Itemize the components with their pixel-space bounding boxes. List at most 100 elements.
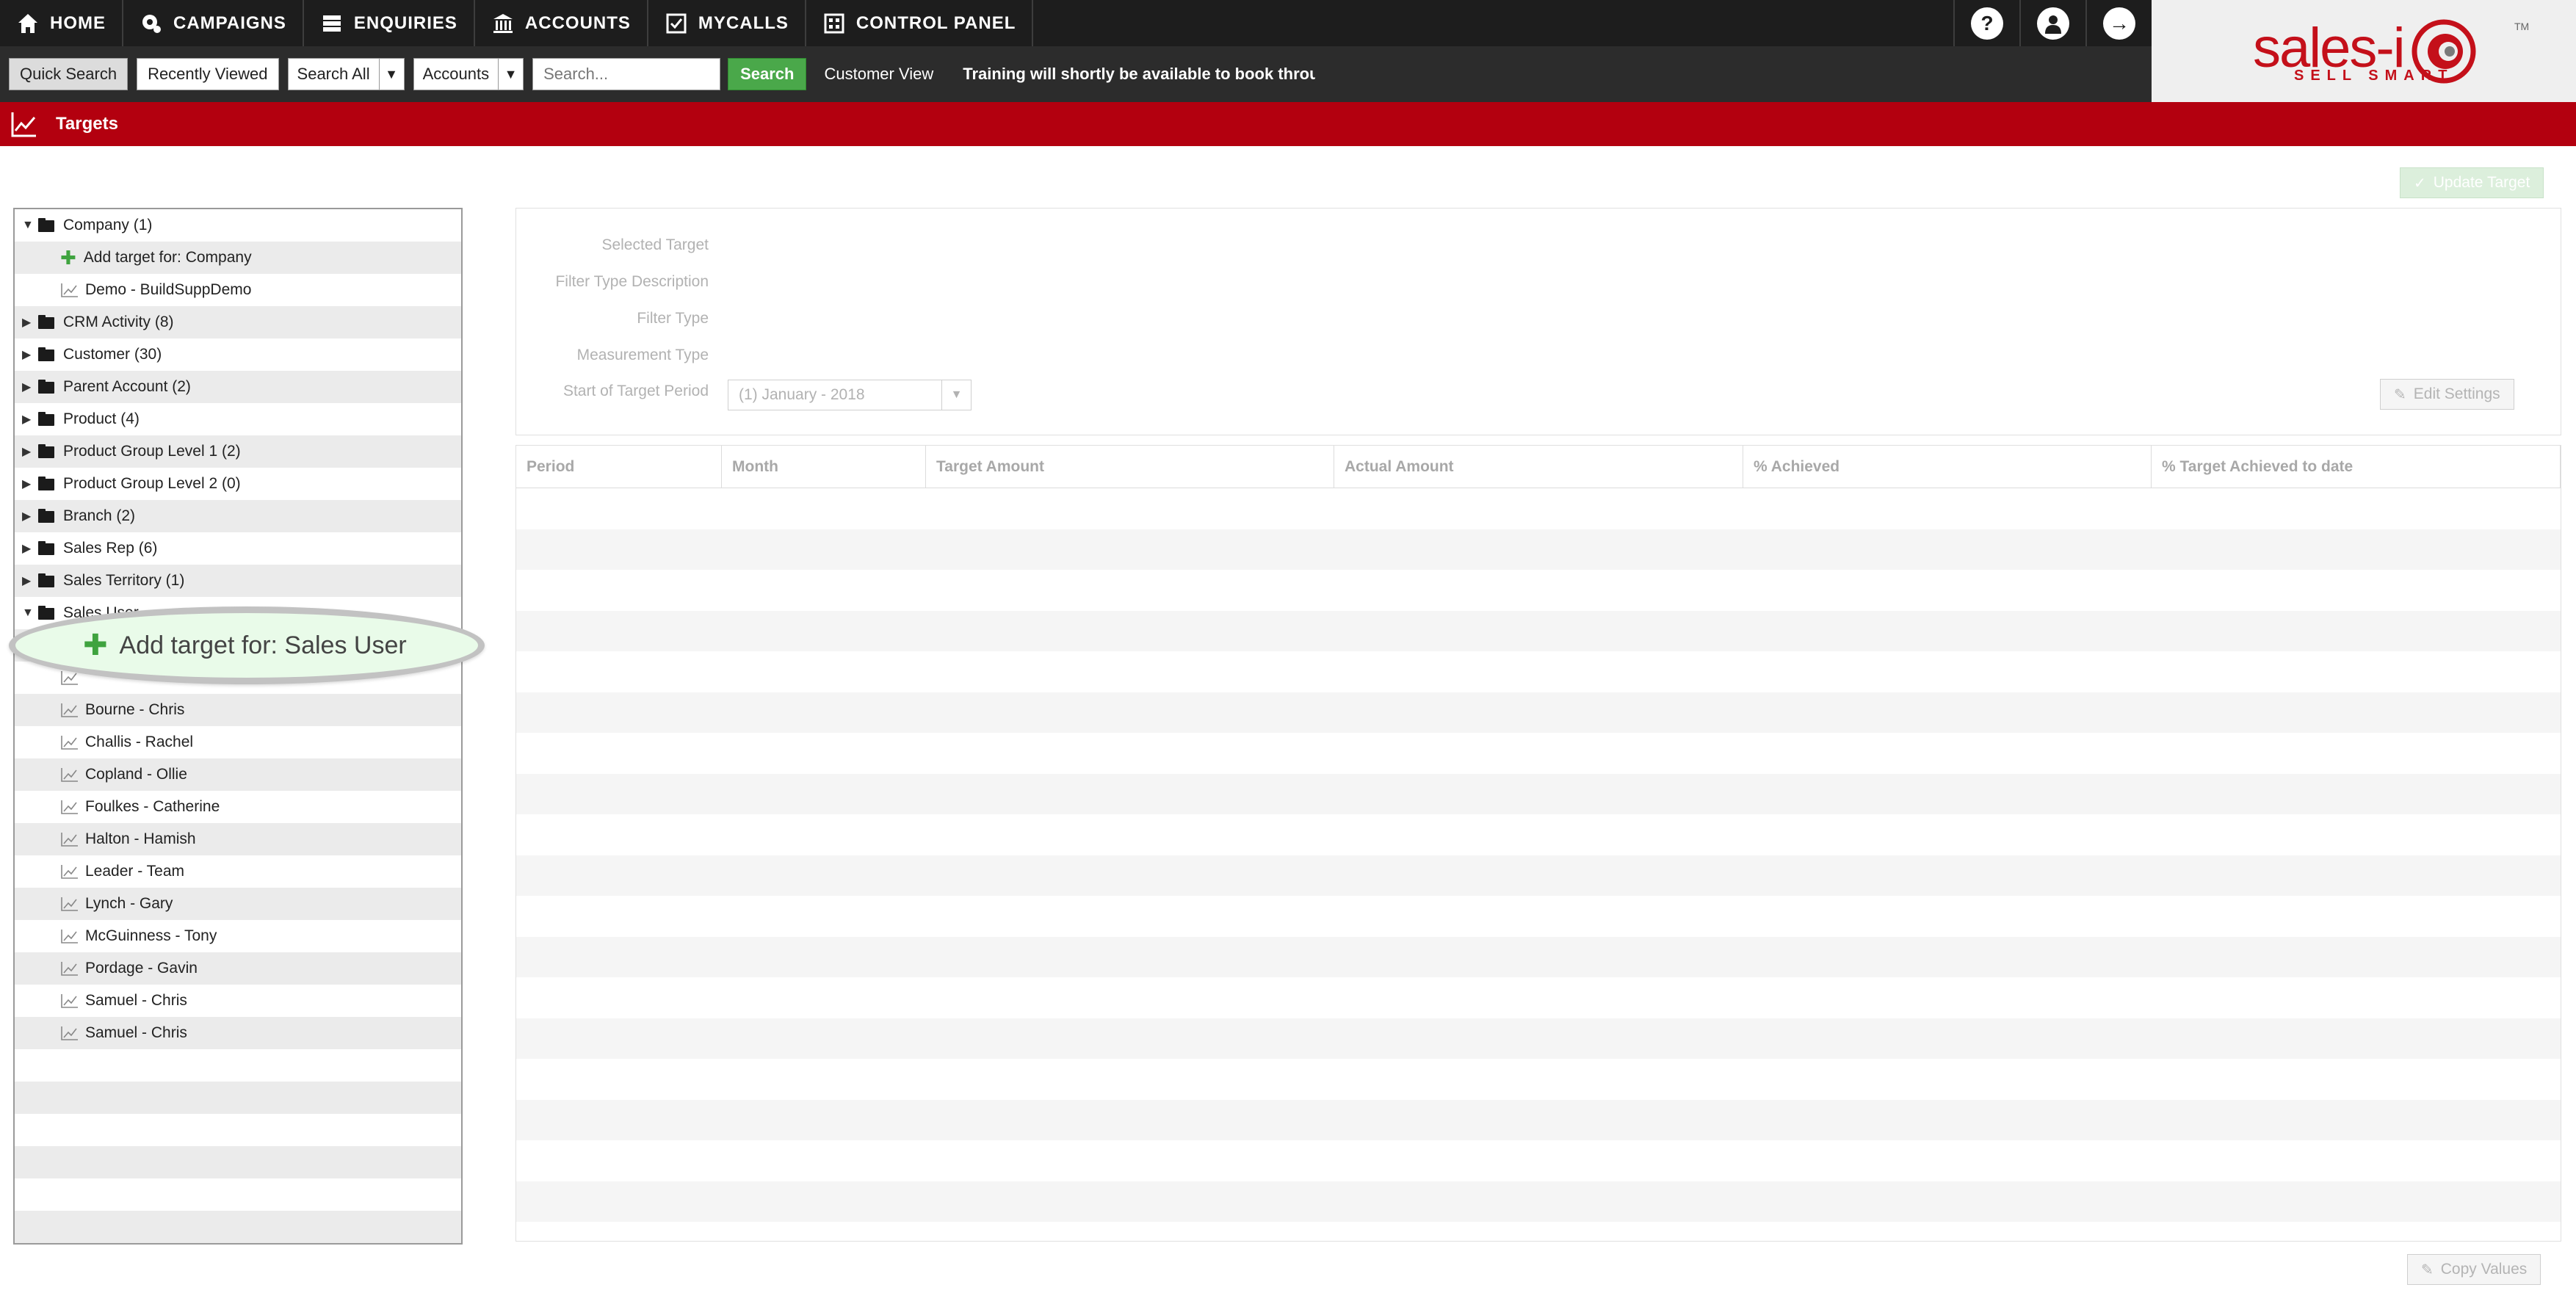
tree-row-label: Product Group Level 2 (0) xyxy=(63,475,241,492)
arrow-right-icon: → xyxy=(2103,7,2135,40)
triangle-right-icon[interactable]: ▶ xyxy=(22,573,37,588)
search-scope-value: Search All xyxy=(297,65,370,83)
edit-settings-button[interactable]: ✎ Edit Settings xyxy=(2380,379,2514,410)
tree-row-leaf[interactable]: Samuel - Chris xyxy=(15,1017,461,1049)
tree-row-folder[interactable]: ▶ Product Group Level 2 (0) xyxy=(15,468,461,500)
triangle-right-icon[interactable]: ▶ xyxy=(22,541,37,556)
triangle-right-icon[interactable]: ▶ xyxy=(22,509,37,524)
tree-row-folder[interactable]: ▶ Sales Rep (6) xyxy=(15,532,461,565)
tree-row-label: McGuinness - Tony xyxy=(85,927,217,944)
tree-row-leaf[interactable]: McGuinness - Tony xyxy=(15,920,461,952)
target-chart-icon xyxy=(60,282,79,298)
logout-button[interactable]: → xyxy=(2085,0,2152,46)
target-chart-icon xyxy=(60,928,79,944)
tree-row-label: Add target for: Company xyxy=(83,249,252,266)
help-button[interactable]: ? xyxy=(1953,0,2019,46)
grid-column-header[interactable]: % Target Achieved to date xyxy=(2152,446,2561,488)
quick-search-tab[interactable]: Quick Search xyxy=(9,58,129,90)
grid-column-header[interactable]: % Achieved xyxy=(1743,446,2152,488)
target-chart-icon xyxy=(60,993,79,1009)
triangle-down-icon[interactable]: ▼ xyxy=(22,219,37,232)
target-chart-icon xyxy=(60,896,79,912)
nav-accounts[interactable]: ACCOUNTS xyxy=(475,0,648,46)
tree-row-leaf[interactable]: Bourne - Chris xyxy=(15,694,461,726)
news-ticker: Training will shortly be available to bo… xyxy=(963,65,1316,83)
tree-row-leaf[interactable]: Challis - Rachel xyxy=(15,726,461,758)
nav-campaigns[interactable]: CAMPAIGNS xyxy=(123,0,304,46)
grid-column-header[interactable]: Month xyxy=(722,446,926,488)
target-chart-icon xyxy=(60,734,79,750)
tree-row-folder[interactable]: ▶ Parent Account (2) xyxy=(15,371,461,403)
folder-icon xyxy=(37,508,57,524)
tree-row-folder[interactable]: ▶ Product Group Level 1 (2) xyxy=(15,435,461,468)
sales-i-logo: sales-i SELL SMART TM xyxy=(2152,0,2576,102)
mycalls-icon xyxy=(665,12,688,35)
triangle-right-icon[interactable]: ▶ xyxy=(22,315,37,330)
tree-row-folder[interactable]: ▶ Product (4) xyxy=(15,403,461,435)
nav-mycalls[interactable]: MYCALLS xyxy=(648,0,806,46)
copy-values-button[interactable]: ✎ Copy Values xyxy=(2407,1254,2541,1285)
nav-label: CAMPAIGNS xyxy=(173,12,286,33)
grid-row xyxy=(516,651,2561,692)
folder-icon xyxy=(37,573,57,589)
recently-viewed-tab[interactable]: Recently Viewed xyxy=(137,58,279,90)
nav-control-panel[interactable]: CONTROL PANEL xyxy=(806,0,1034,46)
grid-row xyxy=(516,1018,2561,1059)
tree-row-leaf[interactable]: Leader - Team xyxy=(15,855,461,888)
tree-row-add[interactable]: ✚ Add target for: Company xyxy=(15,242,461,274)
tree-row-label: Sales Rep (6) xyxy=(63,540,158,557)
user-icon xyxy=(2037,7,2069,40)
search-entity-select[interactable]: Accounts ▼ xyxy=(413,58,524,90)
search-button[interactable]: Search xyxy=(728,58,807,90)
tree-empty-row xyxy=(15,1146,461,1178)
measurement-type-label: Measurement Type xyxy=(576,347,709,363)
tree-row-leaf[interactable]: Samuel - Chris xyxy=(15,985,461,1017)
grid-row xyxy=(516,1059,2561,1100)
folder-icon xyxy=(37,379,57,395)
search-input[interactable] xyxy=(532,58,721,90)
tree-row-label: Lynch - Gary xyxy=(85,895,173,912)
chevron-down-icon: ▼ xyxy=(498,59,523,90)
grid-header: Period Month Target Amount Actual Amount% A… xyxy=(516,446,2561,488)
triangle-right-icon[interactable]: ▶ xyxy=(22,477,37,491)
edit-settings-label: Edit Settings xyxy=(2413,385,2500,402)
tree-row-leaf[interactable]: Foulkes - Catherine xyxy=(15,791,461,823)
chevron-down-icon: ▼ xyxy=(941,380,971,410)
triangle-right-icon[interactable]: ▶ xyxy=(22,444,37,459)
tree-row-label: Product (4) xyxy=(63,410,140,427)
triangle-right-icon[interactable]: ▶ xyxy=(22,380,37,394)
target-chart-icon xyxy=(60,960,79,977)
customer-view-link[interactable]: Customer View xyxy=(824,65,933,84)
tree-row-folder[interactable]: ▶ Customer (30) xyxy=(15,338,461,371)
tree-row-folder[interactable]: ▶ CRM Activity (8) xyxy=(15,306,461,338)
tree-row-leaf[interactable]: Pordage - Gavin xyxy=(15,952,461,985)
grid-column-header[interactable]: Target Amount xyxy=(926,446,1334,488)
tree-row-label: Copland - Ollie xyxy=(85,766,187,783)
tree-row-folder[interactable]: ▶ Branch (2) xyxy=(15,500,461,532)
tree-row-leaf[interactable]: Lynch - Gary xyxy=(15,888,461,920)
triangle-right-icon[interactable]: ▶ xyxy=(22,412,37,427)
nav-label: ENQUIRIES xyxy=(353,12,457,33)
update-target-button[interactable]: ✓ Update Target xyxy=(2400,167,2544,198)
grid-column-header[interactable]: Actual Amount xyxy=(1334,446,1743,488)
triangle-right-icon[interactable]: ▶ xyxy=(22,347,37,362)
search-scope-select[interactable]: Search All ▼ xyxy=(287,58,405,90)
nav-home[interactable]: HOME xyxy=(0,0,123,46)
tree-row-leaf[interactable]: Copland - Ollie xyxy=(15,758,461,791)
tree-row-folder[interactable]: ▶ Sales Territory (1) xyxy=(15,565,461,597)
grid-body xyxy=(516,488,2561,1222)
enquiries-icon xyxy=(320,12,344,35)
start-period-select[interactable]: (1) January - 2018 ▼ xyxy=(728,380,972,410)
grid-column-header[interactable]: Period xyxy=(516,446,722,488)
add-target-sales-user-highlight[interactable]: ✚ Add target for: Sales User xyxy=(9,606,485,684)
account-button[interactable] xyxy=(2019,0,2085,46)
triangle-down-icon[interactable]: ▼ xyxy=(22,606,37,620)
tree-empty-row xyxy=(15,1114,461,1146)
tree-row-leaf[interactable]: Halton - Hamish xyxy=(15,823,461,855)
tree-row-leaf[interactable]: Demo - BuildSuppDemo xyxy=(15,274,461,306)
nav-enquiries[interactable]: ENQUIRIES xyxy=(304,0,475,46)
grid-row xyxy=(516,733,2561,774)
nav-items: HOME CAMPAIGNS ENQUIRIES ACCOUNTS MYCALLS CON… xyxy=(0,0,1034,46)
tree-row-folder[interactable]: ▼ Company (1) xyxy=(15,209,461,242)
search-entity-value: Accounts xyxy=(422,65,490,83)
